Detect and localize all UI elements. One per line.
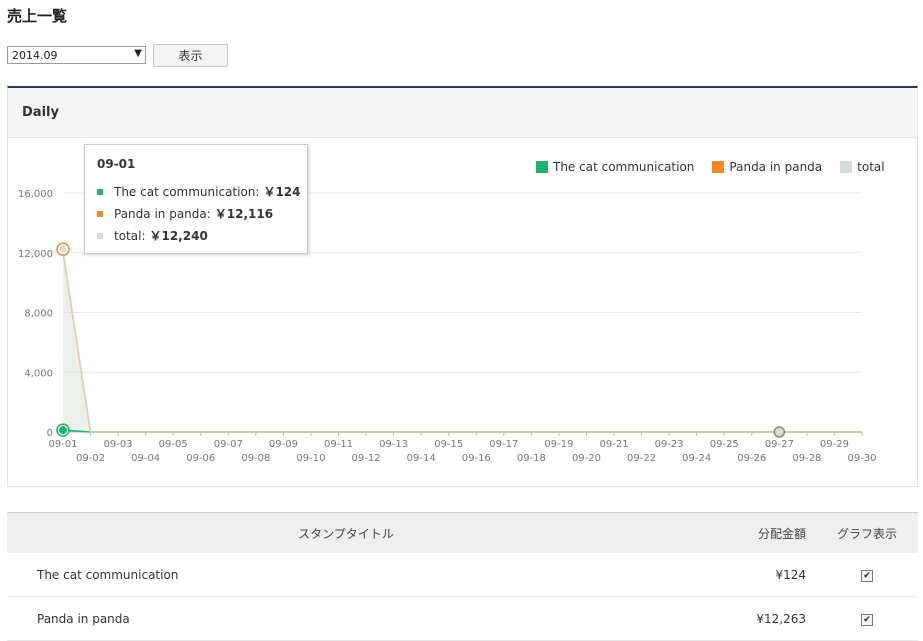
x-tick-label: 09-14 <box>407 453 436 464</box>
x-tick-label: 09-15 <box>434 439 463 450</box>
table-row: The cat communication ¥124 ✔ <box>7 553 918 597</box>
point-marker-total <box>58 244 68 254</box>
row-amount: ¥12,263 <box>685 596 816 641</box>
tooltip-label: Panda in panda: <box>114 206 211 221</box>
y-tick-label: 8,000 <box>24 309 53 320</box>
x-tick-label: 09-19 <box>544 439 573 450</box>
legend-swatch-cat <box>536 161 548 173</box>
row-graph-cell: ✔ <box>816 553 918 597</box>
tooltip-date: 09-01 <box>97 157 136 171</box>
x-tick-label: 09-28 <box>792 453 821 464</box>
x-tick-label: 09-23 <box>655 439 684 450</box>
column-header-title: スタンプタイトル <box>7 512 685 553</box>
legend-label: Panda in panda <box>729 160 823 174</box>
series-total-area <box>63 249 862 432</box>
x-tick-label: 09-20 <box>572 453 601 464</box>
x-tick-label: 09-27 <box>765 439 794 450</box>
legend-item-total[interactable]: total <box>840 160 885 174</box>
legend-label: total <box>857 160 885 174</box>
tooltip-dot-icon <box>97 188 103 195</box>
chart-tooltip: 09-01 The cat communication: ￥124 Panda … <box>84 144 308 254</box>
point-marker-cat <box>59 426 67 435</box>
y-tick-label: 0 <box>47 428 53 439</box>
y-tick-label: 16,000 <box>18 189 53 200</box>
column-header-graph: グラフ表示 <box>816 512 918 553</box>
x-tick-label: 09-07 <box>214 439 243 450</box>
y-tick-label: 4,000 <box>24 368 53 379</box>
series-panda-line <box>62 250 862 433</box>
x-tick-label: 09-26 <box>737 453 766 464</box>
column-header-amount: 分配金額 <box>685 512 816 553</box>
row-title: The cat communication <box>7 553 685 597</box>
tooltip-label: The cat communication: <box>114 184 260 199</box>
x-tick-label: 09-25 <box>710 439 739 450</box>
x-tick-label: 09-17 <box>489 439 518 450</box>
x-tick-label: 09-30 <box>847 453 876 464</box>
table-row: Panda in panda ¥12,263 ✔ <box>7 596 918 641</box>
table-header-row: スタンプタイトル 分配金額 グラフ表示 <box>7 512 918 553</box>
row-amount: ¥124 <box>685 553 816 597</box>
legend-item-cat[interactable]: The cat communication <box>536 160 694 174</box>
x-tick-label: 09-10 <box>296 453 325 464</box>
x-tick-label: 09-03 <box>104 439 133 450</box>
x-tick-label: 09-16 <box>462 453 491 464</box>
tooltip-value: ￥12,116 <box>214 207 274 221</box>
x-tick-label: 09-09 <box>269 439 298 450</box>
x-tick-label: 09-05 <box>159 439 188 450</box>
series-total-line <box>62 249 862 433</box>
x-tick-label: 09-24 <box>682 453 711 464</box>
row-title: Panda in panda <box>7 596 685 641</box>
x-tick-label: 09-21 <box>600 439 629 450</box>
x-tick-label: 09-04 <box>131 453 160 464</box>
legend-swatch-total <box>840 161 853 173</box>
row-graph-cell: ✔ <box>816 596 918 641</box>
tooltip-row-panda: Panda in panda: ￥12,116 <box>97 205 273 222</box>
x-tick-label: 09-02 <box>76 453 105 464</box>
x-tick-label: 09-13 <box>379 439 408 450</box>
y-tick-label: 12,000 <box>18 249 53 260</box>
tooltip-dot-icon <box>97 210 103 217</box>
tooltip-row-total: total: ￥12,240 <box>97 227 208 244</box>
graph-toggle-checkbox[interactable]: ✔ <box>861 570 873 582</box>
legend-item-panda[interactable]: Panda in panda <box>712 160 822 174</box>
graph-toggle-checkbox[interactable]: ✔ <box>861 614 873 626</box>
chart-legend: The cat communication Panda in panda tot… <box>536 160 903 174</box>
x-tick-label: 09-11 <box>324 439 353 450</box>
tooltip-value: ￥12,240 <box>149 229 208 243</box>
x-tick-label: 09-12 <box>352 453 381 464</box>
x-tick-label: 09-08 <box>241 453 270 464</box>
tooltip-dot-icon <box>97 232 103 239</box>
tooltip-row-cat: The cat communication: ￥124 <box>97 183 301 200</box>
x-tick-label: 09-01 <box>48 439 77 450</box>
x-tick-label: 09-18 <box>517 453 546 464</box>
legend-label: The cat communication <box>553 160 695 174</box>
x-tick-label: 09-29 <box>820 439 849 450</box>
tooltip-label: total: <box>114 228 146 243</box>
legend-swatch-panda <box>712 161 725 173</box>
x-tick-label: 09-06 <box>186 453 215 464</box>
point-marker-total-hover <box>773 426 786 438</box>
sales-table: スタンプタイトル 分配金額 グラフ表示 The cat communicatio… <box>7 512 918 641</box>
x-tick-label: 09-22 <box>627 453 656 464</box>
tooltip-value: ￥124 <box>263 185 301 199</box>
